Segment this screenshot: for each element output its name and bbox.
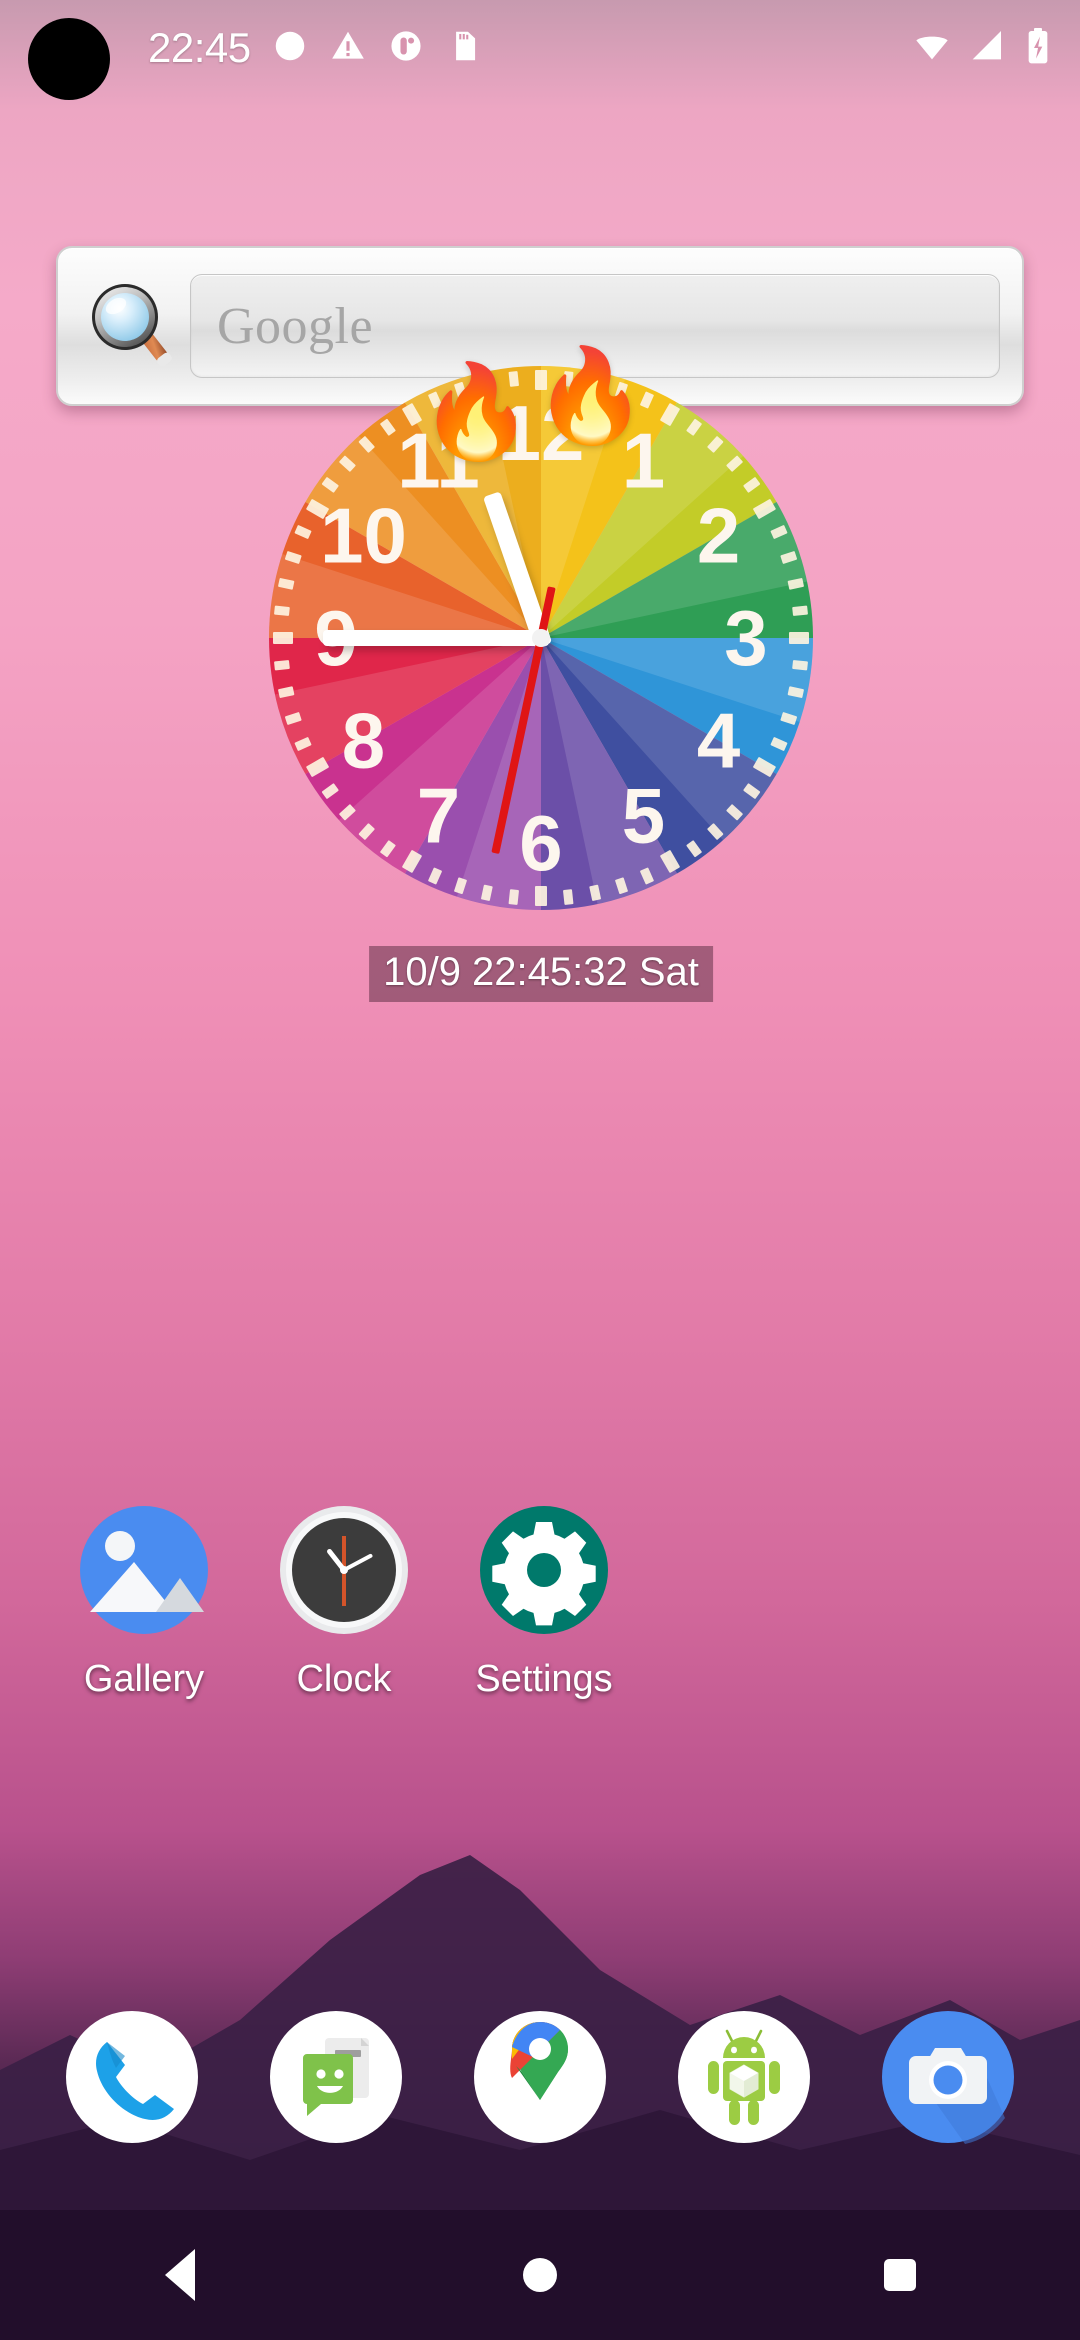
clock-hour-number: 10	[320, 492, 407, 580]
clock-hour-number: 2	[697, 492, 740, 580]
clock-minute-tick	[508, 889, 519, 905]
clock-hour-number: 5	[622, 772, 665, 860]
status-bar-right-group	[912, 0, 1056, 96]
battery-charging-icon	[1020, 26, 1056, 71]
cellular-signal-icon	[966, 26, 1006, 71]
clock-minute-tick	[508, 371, 519, 387]
home-circle-icon	[523, 2258, 557, 2292]
recents-square-icon	[884, 2259, 916, 2291]
home-button[interactable]	[465, 2210, 615, 2340]
back-triangle-icon	[165, 2249, 195, 2301]
status-bar-left-group: 22:45	[148, 0, 483, 96]
app-settings[interactable]: Settings	[444, 1500, 644, 1701]
clock-date-label: 10/9 22:45:32 Sat	[369, 946, 713, 1002]
clock-minute-tick	[789, 632, 809, 644]
clock-minute-tick	[274, 605, 290, 616]
phone-icon[interactable]	[63, 2008, 201, 2146]
clock-hour-number: 3	[724, 594, 767, 682]
navigation-bar	[0, 2210, 1080, 2340]
analog-clock-widget[interactable]: 121234567891011 🔥 🔥 10/9 22:45:32 Sat	[62, 338, 1020, 1418]
clock-icon[interactable]	[274, 1500, 414, 1640]
vpn-key-icon	[387, 27, 425, 70]
circle-notification-icon	[271, 27, 309, 70]
android-robot-icon[interactable]	[675, 2008, 813, 2146]
app-label: Clock	[296, 1658, 392, 1700]
recents-button[interactable]	[825, 2210, 975, 2340]
clock-minute-tick	[535, 886, 547, 906]
clock-minute-tick	[563, 889, 574, 905]
status-bar[interactable]: 22:45	[0, 0, 1080, 100]
clock-minute-tick	[792, 660, 808, 671]
clock-minute-tick	[563, 371, 574, 387]
back-button[interactable]	[105, 2210, 255, 2340]
gallery-icon[interactable]	[74, 1500, 214, 1640]
clock-hour-number: 1	[622, 416, 665, 504]
clock-hour-number: 6	[519, 799, 562, 887]
clock-minute-tick	[535, 370, 547, 390]
messaging-icon[interactable]	[267, 2008, 405, 2146]
clock-hour-number: 12	[498, 389, 585, 477]
warning-triangle-icon	[329, 27, 367, 70]
clock-face[interactable]: 121234567891011 🔥 🔥	[241, 338, 841, 938]
app-label: Gallery	[83, 1658, 205, 1700]
clock-hour-number: 7	[417, 772, 460, 860]
clock-minute-tick	[792, 605, 808, 616]
clock-hour-number: 11	[397, 416, 479, 504]
settings-gear-icon[interactable]	[474, 1500, 614, 1640]
app-gallery[interactable]: Gallery	[44, 1500, 244, 1701]
app-label: Settings	[475, 1658, 613, 1700]
app-clock[interactable]: Clock	[244, 1500, 444, 1701]
clock-minute-tick	[274, 660, 290, 671]
status-bar-clock: 22:45	[148, 24, 251, 71]
maps-pin-icon[interactable]	[471, 2008, 609, 2146]
sd-card-icon	[445, 27, 483, 70]
dock	[0, 2008, 1080, 2146]
minute-hand	[323, 630, 549, 646]
clock-hour-number: 8	[342, 697, 385, 785]
clock-hour-number: 4	[697, 697, 740, 785]
wifi-icon	[912, 26, 952, 71]
app-grid-row: Gallery Clock Settings	[0, 1500, 1080, 1701]
clock-minute-tick	[273, 632, 293, 644]
front-camera-cutout	[28, 18, 110, 100]
camera-icon[interactable]	[879, 2008, 1017, 2146]
